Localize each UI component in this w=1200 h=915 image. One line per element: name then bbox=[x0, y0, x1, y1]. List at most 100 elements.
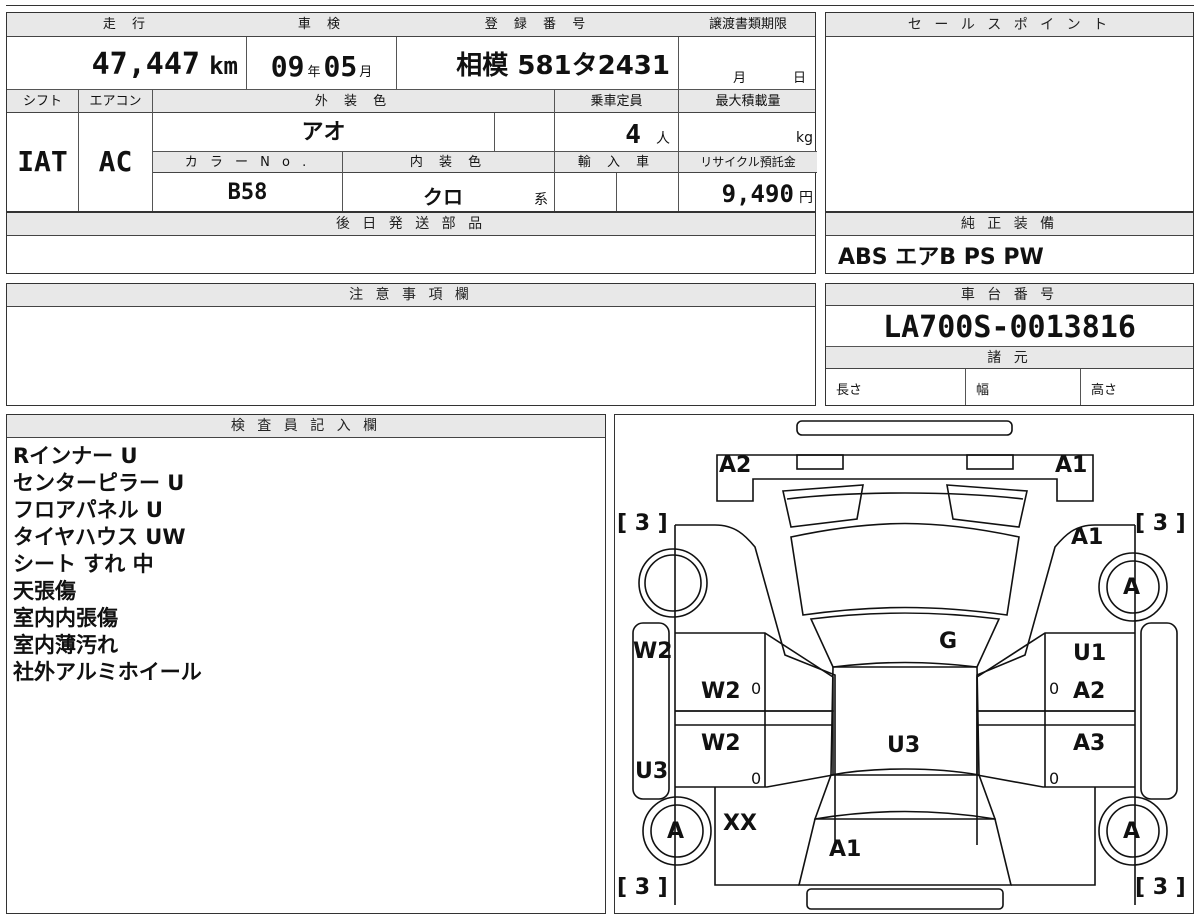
label-bracket-top-right: [ 3 ] bbox=[1135, 511, 1186, 536]
label-rear-left: XX bbox=[723, 811, 757, 836]
inspector-note: 室内薄汚れ bbox=[13, 633, 118, 657]
zero-mark-front-right: 0 bbox=[1049, 679, 1060, 698]
label-bracket-bottom-right: [ 3 ] bbox=[1135, 875, 1186, 900]
shaken-value-cell: 09 年 05 月 bbox=[247, 37, 397, 89]
interior-color-label: 内 装 色 bbox=[343, 152, 555, 173]
door-front-right bbox=[976, 632, 1135, 712]
shift-value: IAT bbox=[17, 145, 68, 178]
vehicle-diagram-box: A2 A1 [ 3 ] [ 3 ] [ 3 ] [ 3 ] A1 A A A W… bbox=[614, 414, 1194, 914]
recycle-unit: 円 bbox=[799, 190, 813, 206]
hood-outline bbox=[716, 454, 1094, 502]
door-front-left bbox=[675, 632, 834, 712]
shaken-year-unit: 年 bbox=[307, 65, 321, 80]
ac-value-cell: AC bbox=[79, 113, 153, 211]
zero-mark-rear-left: 0 bbox=[751, 769, 762, 788]
vehicle-diagram bbox=[632, 420, 1178, 910]
recycle-value-cell: 9,490 円 bbox=[679, 173, 817, 211]
inspector-note: 室内内張傷 bbox=[13, 606, 118, 630]
rear-window bbox=[813, 768, 997, 821]
shaken-label: 車 検 bbox=[297, 17, 347, 32]
label-windshield: G bbox=[939, 629, 958, 654]
rear-quarter-left bbox=[714, 787, 799, 886]
height-label: 高さ bbox=[1091, 383, 1118, 398]
mileage-value-cell: 47,447 km bbox=[7, 37, 247, 89]
capacity-unit: 人 bbox=[656, 131, 670, 147]
label-roof: U3 bbox=[887, 733, 921, 758]
ac-value: AC bbox=[98, 145, 133, 178]
chassis-box: 車 台 番 号 LA700S-0013816 諸 元 長さ 幅 高さ bbox=[825, 283, 1194, 406]
inspector-note: タイヤハウス UW bbox=[13, 525, 186, 549]
length-label: 長さ bbox=[826, 369, 966, 405]
later-parts-label: 後 日 発 送 部 品 bbox=[7, 213, 815, 236]
label-door-front-right-1: U1 bbox=[1073, 641, 1107, 666]
inspector-note: 天張傷 bbox=[13, 579, 76, 603]
inspector-notes-list: Rインナー U センターピラー U フロアパネル U タイヤハウス UW シート… bbox=[13, 443, 593, 686]
zero-mark-front-left: 0 bbox=[751, 679, 762, 698]
rear-bumper bbox=[806, 888, 1004, 910]
import-label: 輸 入 車 bbox=[555, 152, 679, 173]
label-door-rear-left: W2 bbox=[701, 731, 741, 756]
transfer-day-unit: 日 bbox=[793, 71, 807, 86]
shaken-month: 05 bbox=[323, 50, 358, 83]
headlight-left bbox=[796, 454, 844, 470]
transfer-value-cell: 月 日 bbox=[679, 37, 817, 89]
recycle-label: リサイクル預託金 bbox=[700, 155, 796, 169]
front-bumper bbox=[796, 420, 1013, 436]
inspector-note: Rインナー U bbox=[13, 444, 138, 468]
sales-point-box: セ ー ル ス ポ イ ン ト bbox=[825, 12, 1194, 212]
label-bracket-bottom-left: [ 3 ] bbox=[617, 875, 668, 900]
later-parts-box: 後 日 発 送 部 品 bbox=[6, 212, 816, 274]
color-no-value-cell: B58 bbox=[153, 173, 343, 211]
exterior-color-value: アオ bbox=[301, 120, 346, 145]
ac-label: エアコン bbox=[79, 90, 153, 113]
grille-right bbox=[946, 484, 1028, 528]
grille-curve bbox=[786, 492, 1024, 500]
inspector-note: センターピラー U bbox=[13, 471, 185, 495]
wheel-front-left-inner bbox=[644, 554, 702, 612]
inspector-label: 検 査 員 記 入 欄 bbox=[7, 415, 605, 438]
capacity-value-cell: 4 人 bbox=[555, 113, 679, 151]
windshield bbox=[790, 522, 1020, 616]
label-door-front-right-2: A2 bbox=[1073, 679, 1106, 704]
transfer-month-unit: 月 bbox=[733, 71, 747, 86]
inspector-note: フロアパネル U bbox=[13, 498, 163, 522]
label-front-left: A2 bbox=[719, 453, 752, 478]
capacity-value: 4 bbox=[625, 120, 641, 150]
interior-color-unit: 系 bbox=[534, 192, 548, 208]
label-wheel-front-right: A bbox=[1123, 575, 1141, 600]
headlight-right bbox=[966, 454, 1014, 470]
label-front-right: A1 bbox=[1055, 453, 1088, 478]
transfer-deadline-label: 譲渡書類期限 bbox=[708, 17, 787, 32]
notes-box: 注 意 事 項 欄 bbox=[6, 283, 816, 406]
shift-label: シフト bbox=[7, 90, 79, 113]
interior-color-value: クロ bbox=[423, 185, 463, 209]
label-bracket-top-left: [ 3 ] bbox=[617, 511, 668, 536]
interior-color-value-cell: クロ 系 bbox=[343, 173, 555, 211]
wheel-front-left-outer bbox=[638, 548, 708, 618]
mileage-value: 47,447 bbox=[91, 47, 200, 82]
capacity-label: 乗車定員 bbox=[555, 90, 679, 113]
equipment-value: ABS エアB PS PW bbox=[838, 245, 1044, 270]
mileage-unit: km bbox=[209, 52, 238, 80]
import-value-cell-1 bbox=[555, 173, 617, 211]
equipment-label: 純 正 装 備 bbox=[826, 213, 1193, 236]
top-strip bbox=[6, 0, 1194, 6]
label-rear: A1 bbox=[829, 837, 862, 862]
sales-point-label: セ ー ル ス ポ イ ン ト bbox=[826, 13, 1193, 37]
label-door-front-left: W2 bbox=[701, 679, 741, 704]
notes-label: 注 意 事 項 欄 bbox=[7, 284, 815, 307]
cowl bbox=[809, 612, 1001, 668]
chassis-value: LA700S-0013816 bbox=[883, 310, 1136, 345]
equipment-box: 純 正 装 備 ABS エアB PS PW bbox=[825, 212, 1194, 274]
import-value-cell-2 bbox=[617, 173, 679, 211]
shaken-month-unit: 月 bbox=[359, 65, 373, 80]
roof-outline bbox=[830, 666, 980, 776]
label-fender-right: A1 bbox=[1071, 525, 1104, 550]
grille-left bbox=[782, 484, 864, 528]
max-load-unit: kg bbox=[796, 130, 813, 146]
rear-quarter-right bbox=[1011, 787, 1096, 886]
max-load-label: 最大積載量 bbox=[715, 94, 781, 109]
inspector-note: シート すれ 中 bbox=[13, 552, 154, 576]
inspector-note: 社外アルミホイール bbox=[13, 660, 202, 684]
label-wheel-rear-right: A bbox=[1123, 819, 1141, 844]
